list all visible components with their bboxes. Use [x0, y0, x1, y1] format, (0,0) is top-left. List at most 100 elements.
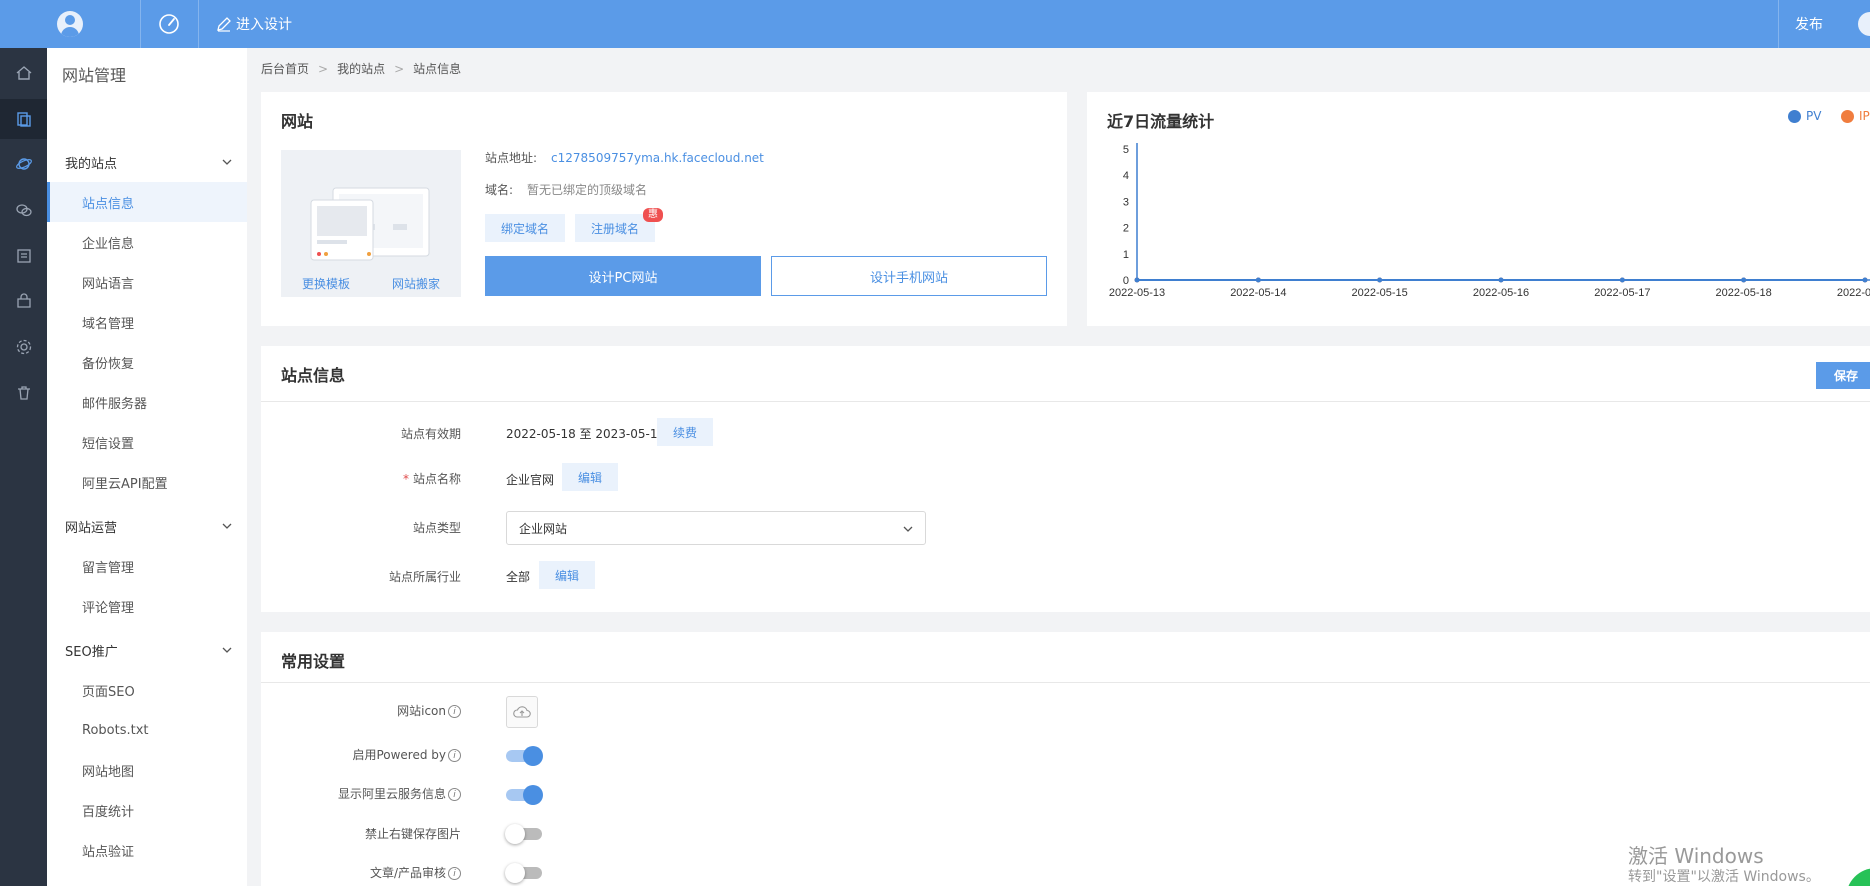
data-point-pv [1377, 277, 1383, 283]
y-tick-label: 5 [1123, 144, 1129, 156]
sidebar-item-aliyun-api[interactable]: 阿里云API配置 [47, 462, 247, 502]
sidebar-item-language[interactable]: 网站语言 [47, 262, 247, 302]
site-name-label: * 站点名称 [261, 470, 461, 487]
rail-settings[interactable] [0, 327, 47, 367]
x-tick-label: 2022-05-15 [1352, 287, 1408, 299]
enter-design-button[interactable]: 进入设计 [216, 0, 292, 48]
rail-home[interactable] [0, 53, 47, 93]
site-name-label-text: 站点名称 [412, 472, 461, 486]
group-label: 网站运营 [65, 520, 118, 536]
x-tick-label: 2022-05-13 [1109, 287, 1165, 299]
speedometer-icon [159, 14, 179, 34]
rail-site[interactable] [0, 99, 47, 139]
rail-trash[interactable] [0, 373, 47, 413]
sidebar-item-backup[interactable]: 备份恢复 [47, 342, 247, 382]
user-avatar-button[interactable] [0, 0, 140, 48]
breadcrumb: 后台首页 > 我的站点 > 站点信息 [261, 60, 461, 77]
chevron-down-icon [222, 647, 232, 653]
cloud-upload-icon [513, 706, 531, 718]
divider [261, 682, 1870, 683]
sidebar-group-operations[interactable]: 网站运营 [47, 506, 247, 546]
info-icon[interactable]: i [448, 749, 461, 762]
site-type-select[interactable]: 企业网站 [506, 511, 926, 545]
bind-domain-button[interactable]: 绑定域名 [485, 214, 565, 242]
info-icon[interactable]: i [448, 867, 461, 880]
publish-button[interactable]: 发布 [1795, 0, 1823, 48]
sidebar-item-messages[interactable]: 留言管理 [47, 546, 247, 586]
industry-value: 全部 [506, 570, 531, 584]
sidebar-item-comments[interactable]: 评论管理 [47, 586, 247, 626]
toggle-knob [505, 863, 525, 883]
change-template-link[interactable]: 更换模板 [302, 275, 350, 292]
breadcrumb-my-site[interactable]: 我的站点 [337, 60, 385, 77]
domain-row: 域名: 暂无已绑定的顶级域名 [485, 181, 647, 198]
domain-label: 域名: [485, 183, 514, 197]
y-tick-label: 3 [1123, 196, 1129, 208]
site-address-link[interactable]: c1278509757yma.hk.facecloud.net [551, 151, 764, 165]
rail-store[interactable] [0, 281, 47, 321]
breadcrumb-home[interactable]: 后台首页 [261, 60, 309, 77]
sidebar-item-site-info[interactable]: 站点信息 [47, 182, 247, 222]
x-tick-label: 2022-05-17 [1594, 287, 1650, 299]
edit-industry-button[interactable]: 编辑 [539, 561, 595, 589]
windows-activation-title: 激活 Windows [1628, 844, 1764, 868]
planet-icon [15, 158, 32, 170]
info-icon[interactable]: i [448, 705, 461, 718]
info-icon[interactable]: i [448, 788, 461, 801]
site-type-value: 企业网站 [519, 521, 568, 536]
divider [261, 401, 1870, 402]
design-mobile-button[interactable]: 设计手机网站 [771, 256, 1047, 296]
discount-badge: 惠 [643, 208, 663, 222]
top-bar: 进入设计 发布 [0, 0, 1870, 48]
save-button[interactable]: 保存 [1816, 362, 1870, 389]
sidebar-item-sms[interactable]: 短信设置 [47, 422, 247, 462]
sidebar-item-sitemap[interactable]: 网站地图 [47, 750, 247, 790]
preview-links: 更换模板 网站搬家 [281, 269, 461, 297]
pages-icon [16, 112, 31, 127]
rail-chat[interactable] [0, 190, 47, 230]
chevron-down-icon [903, 526, 913, 532]
content-review-toggle[interactable] [505, 863, 542, 883]
site-icon-label: 网站icon i [261, 702, 461, 719]
edit-name-button[interactable]: 编辑 [562, 463, 618, 491]
rail-list[interactable] [0, 236, 47, 276]
powered-by-toggle[interactable] [506, 746, 543, 766]
sidebar-item-domain[interactable]: 域名管理 [47, 302, 247, 342]
sidebar: 网站管理 我的站点 站点信息 企业信息 网站语言 域名管理 备份恢复 邮件服务器… [47, 48, 247, 886]
disable-rightclick-label: 禁止右键保存图片 [364, 827, 461, 841]
sidebar-item-page-seo[interactable]: 页面SEO [47, 670, 247, 710]
account-icon[interactable] [1858, 12, 1870, 36]
disable-rightclick-toggle[interactable] [505, 824, 542, 844]
icon-upload-button[interactable] [506, 696, 538, 728]
gear-icon [16, 339, 31, 355]
common-settings-title: 常用设置 [281, 652, 346, 671]
sidebar-item-mail-server[interactable]: 邮件服务器 [47, 382, 247, 422]
industry-label: 站点所属行业 [388, 570, 461, 584]
sidebar-item-baidu-stats[interactable]: 百度统计 [47, 790, 247, 830]
dashboard-button[interactable] [140, 0, 198, 48]
required-mark: * [402, 472, 409, 486]
renew-button[interactable]: 续费 [657, 418, 713, 446]
sidebar-group-my-site[interactable]: 我的站点 [47, 142, 247, 182]
x-tick-label: 2022-05-14 [1230, 287, 1286, 299]
site-migration-link[interactable]: 网站搬家 [392, 275, 440, 292]
breadcrumb-current: 站点信息 [413, 62, 462, 76]
aliyun-info-toggle[interactable] [506, 785, 543, 805]
sidebar-item-site-verify[interactable]: 站点验证 [47, 830, 247, 870]
site-card-title: 网站 [281, 112, 314, 131]
site-card: 网站 更换模板 网站搬家 站点地址: c1278509757yma.hk.face… [261, 92, 1067, 326]
icon-rail [0, 48, 47, 886]
avatar-icon [57, 11, 83, 37]
site-icon-label-text: 网站icon [397, 704, 446, 718]
y-tick-label: 4 [1123, 170, 1129, 182]
x-tick-label: 2022-05-19 [1837, 287, 1870, 299]
site-address-row: 站点地址: c1278509757yma.hk.facecloud.net [485, 149, 764, 166]
site-name-value: 企业官网 [506, 473, 555, 487]
sidebar-item-company-info[interactable]: 企业信息 [47, 222, 247, 262]
site-info-card: 站点信息 保存 站点有效期 2022-05-18 至 2023-05-18 续费… [261, 346, 1870, 612]
domain-value: 暂无已绑定的顶级域名 [527, 183, 648, 197]
design-pc-button[interactable]: 设计PC网站 [485, 256, 761, 296]
sidebar-item-robots[interactable]: Robots.txt [47, 710, 247, 750]
sidebar-group-seo[interactable]: SEO推广 [47, 630, 247, 670]
rail-planet[interactable] [0, 144, 47, 184]
